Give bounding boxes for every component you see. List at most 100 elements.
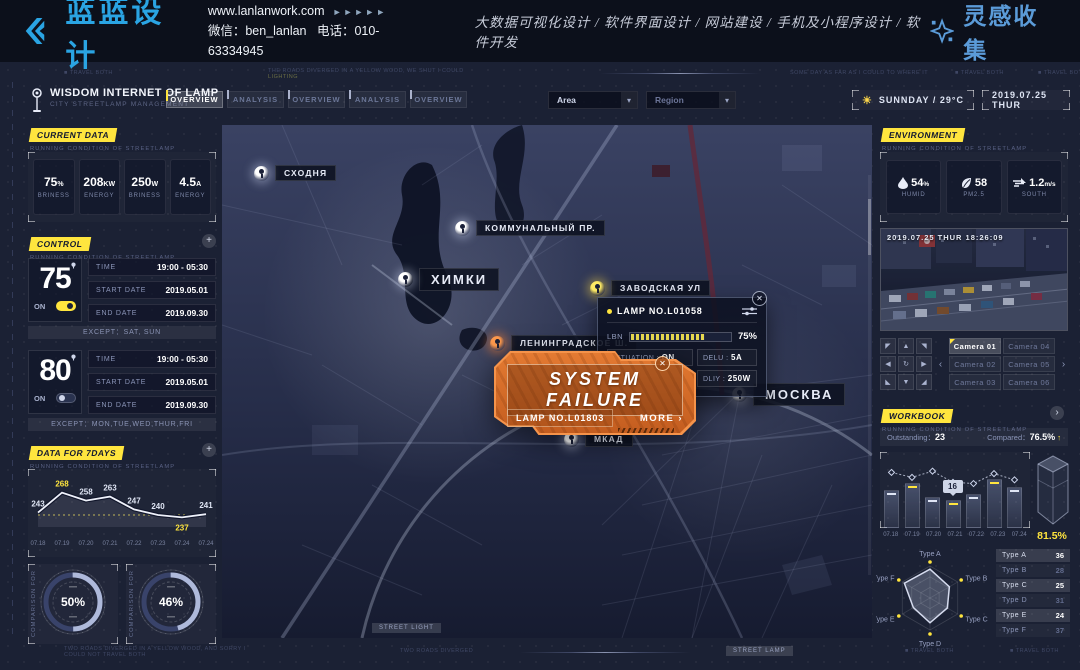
workbook-next-button[interactable]: › xyxy=(1050,406,1064,420)
deco-text: THE ROADS DIVERGED IN A YELLOW WOOD, WE … xyxy=(268,68,464,80)
more-button[interactable]: MORE› xyxy=(640,413,683,424)
type-a-row[interactable]: Type A36 xyxy=(996,549,1070,562)
seven-days-line-chart: 24326825826324724023724107.1807.1907.200… xyxy=(28,469,216,557)
current-data-label: CURRENT DATA xyxy=(29,128,118,142)
pan-up-left-button[interactable]: ◤ xyxy=(880,338,896,354)
water-drop-icon xyxy=(898,177,908,189)
logo: 蓝蓝设计 xyxy=(22,0,188,75)
metric-card-energy: 208KW ENERGY xyxy=(79,159,121,215)
tab-overview-1[interactable]: OVERVIEW xyxy=(166,91,223,108)
type-d-row[interactable]: Type D31 xyxy=(996,594,1070,607)
except-days-bar: EXCEPT：SAT, SUN xyxy=(28,326,216,339)
map-pin-kommunalny[interactable]: КОММУНАЛЬНЫЙ ПР. xyxy=(455,220,605,236)
type-e-row[interactable]: Type E24 xyxy=(996,609,1070,622)
cube-gauge xyxy=(1036,454,1070,526)
type-b-row[interactable]: Type B28 xyxy=(996,564,1070,577)
deco-text: ■ TRAVEL BOTH xyxy=(1038,70,1080,76)
schedule-1-toggle[interactable] xyxy=(56,301,76,311)
alert-close-icon[interactable]: ✕ xyxy=(655,356,670,371)
schedule-block-2: 80 ON TIME19:00 - 05:30 START DATE2019.0… xyxy=(28,350,216,428)
sparkle-icon xyxy=(930,18,954,44)
dashboard: ■ TRAVEL BOTH THE ROADS DIVERGED IN A YE… xyxy=(0,62,1080,670)
brightness-level-box: 80 ON xyxy=(28,350,82,414)
svg-text:50%: 50% xyxy=(61,595,85,609)
svg-text:07.23: 07.23 xyxy=(150,541,166,547)
pan-right-button[interactable]: ▶ xyxy=(916,356,932,372)
brand-header: 蓝蓝设计 www.lanlanwork.com►►►►► 微信：ben_lanl… xyxy=(0,0,1080,62)
camera-02-button[interactable]: Camera 02 xyxy=(949,356,1001,372)
compared-value: 76.5% xyxy=(1030,432,1056,442)
gauge-ring: 50% xyxy=(37,566,109,643)
control-header: CONTROL RUNNING CONDITION OF STREETLAMP xyxy=(30,234,175,261)
pan-down-left-button[interactable]: ◣ xyxy=(880,374,896,390)
camera-01-button[interactable]: Camera 01 xyxy=(949,338,1001,354)
comparison-gauge-1: COMPARISON FOR 50% xyxy=(28,564,118,644)
arrow-up-icon: ↑ xyxy=(1057,433,1061,442)
streetlamp-icon xyxy=(30,88,44,114)
reset-view-button[interactable]: ↻ xyxy=(898,356,914,372)
start-date-row: START DATE2019.05.01 xyxy=(88,373,216,391)
svg-text:Type E: Type E xyxy=(876,617,895,624)
region-dropdown[interactable]: Region ▾ xyxy=(646,91,736,109)
except-days-bar: EXCEPT：MON,TUE,WED,THUR,FRI xyxy=(28,418,216,431)
logo-icon xyxy=(22,15,55,47)
tab-analysis-2[interactable]: ANALYSIS xyxy=(349,91,406,108)
inspiration-collect-link[interactable]: 灵感收集 xyxy=(930,0,1056,65)
chevron-right-icon: › xyxy=(678,413,683,424)
map-pin-zavodskaya[interactable]: ЗАВОДСКАЯ УЛ xyxy=(590,280,710,296)
map-scrollbar[interactable] xyxy=(868,175,871,575)
state-label: ON xyxy=(34,394,45,403)
camera-03-button[interactable]: Camera 03 xyxy=(949,374,1001,390)
sliders-icon[interactable] xyxy=(742,306,757,316)
camera-06-button[interactable]: Camera 06 xyxy=(1003,374,1055,390)
pan-left-button[interactable]: ◀ xyxy=(880,356,896,372)
svg-text:07.21: 07.21 xyxy=(102,541,118,547)
metric-card-energy-2: 4.5A ENERGY xyxy=(170,159,212,215)
schedule-2-toggle[interactable] xyxy=(56,393,76,403)
seven-days-label: DATA FOR 7DAYS xyxy=(29,446,125,460)
arrows-decoration: ►►►►► xyxy=(333,7,388,17)
environment-label: ENVIRONMENT xyxy=(881,128,966,142)
control-add-button[interactable]: + xyxy=(202,234,216,248)
time-row: TIME19:00 - 05:30 xyxy=(88,258,216,276)
area-dropdown[interactable]: Area ▾ xyxy=(548,91,638,109)
pan-down-right-button[interactable]: ◢ xyxy=(916,374,932,390)
website-link[interactable]: www.lanlanwork.com xyxy=(208,4,325,18)
camera-list-prev-icon[interactable]: ‹ xyxy=(936,338,945,390)
tab-overview-2[interactable]: OVERVIEW xyxy=(288,91,345,108)
type-c-row[interactable]: Type C25 xyxy=(996,579,1070,592)
type-radar-chart: Type AType BType CType DType EType F xyxy=(876,548,992,648)
popup-close-icon[interactable]: ✕ xyxy=(752,291,767,306)
end-date-row: END DATE2019.09.30 xyxy=(88,304,216,322)
svg-text:46%: 46% xyxy=(159,595,183,609)
environment-panel: 54% HUMID 58 PM2.5 1.2m/s SOUTH xyxy=(880,152,1068,222)
camera-list-next-icon[interactable]: › xyxy=(1059,338,1068,390)
map-pin-khimki[interactable]: ХИМКИ xyxy=(398,268,499,291)
svg-text:07.20: 07.20 xyxy=(78,541,94,547)
outstanding-value: 23 xyxy=(935,432,945,442)
pan-down-button[interactable]: ▼ xyxy=(898,374,914,390)
environment-header: ENVIRONMENT RUNNING CONDITION OF STREETL… xyxy=(882,125,1027,152)
lamp-id: LAMP NO.L01058 xyxy=(617,306,737,316)
date-text: 2019.07.25 THUR xyxy=(992,90,1060,110)
seven-days-add-button[interactable]: + xyxy=(202,443,216,457)
weather-widget: ☀ SUNNDAY / 29°C xyxy=(852,90,974,110)
tab-analysis-1[interactable]: ANALYSIS xyxy=(227,91,284,108)
weather-text: SUNNDAY / 29°C xyxy=(879,95,964,105)
seven-days-header: DATA FOR 7DAYS RUNNING CONDITION OF STRE… xyxy=(30,443,175,470)
camera-05-button[interactable]: Camera 05 xyxy=(1003,356,1055,372)
lamp-pin-icon xyxy=(455,221,470,236)
chevron-down-icon: ▾ xyxy=(719,92,735,108)
pan-up-right-button[interactable]: ◥ xyxy=(916,338,932,354)
camera-04-button[interactable]: Camera 04 xyxy=(1003,338,1055,354)
type-f-row[interactable]: Type F37 xyxy=(996,624,1070,637)
camera-feed-image xyxy=(881,229,1068,331)
svg-text:07.19: 07.19 xyxy=(54,541,70,547)
map-pin-skhodnya[interactable]: СХОДНЯ xyxy=(254,165,336,181)
street-light-badge: STREET LIGHT xyxy=(372,623,441,633)
gauge-label: COMPARISON FOR xyxy=(31,570,37,637)
control-label: CONTROL xyxy=(29,237,91,251)
wind-card: 1.2m/s SOUTH xyxy=(1007,160,1062,214)
tab-overview-3[interactable]: OVERVIEW xyxy=(410,91,467,108)
pan-up-button[interactable]: ▲ xyxy=(898,338,914,354)
